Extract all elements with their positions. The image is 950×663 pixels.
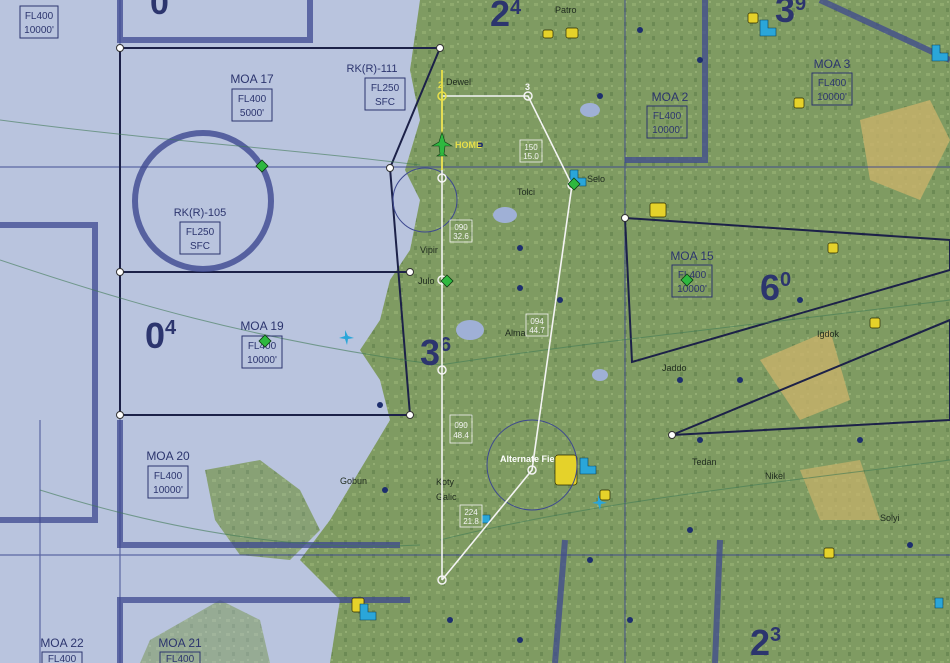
svg-text:FL250: FL250 [371, 83, 400, 94]
svg-text:MOA 2: MOA 2 [652, 90, 689, 104]
svg-text:10000': 10000' [817, 92, 847, 103]
svg-text:MOA 19: MOA 19 [240, 319, 284, 333]
svg-text:FL400: FL400 [238, 94, 267, 105]
svg-text:10000': 10000' [677, 284, 707, 295]
sector-label-top-left: 0 [150, 0, 169, 22]
airspace-label-moa-17: MOA 17 FL400 5000' [230, 72, 274, 122]
svg-text:15.0: 15.0 [523, 152, 539, 161]
svg-text:10000': 10000' [652, 125, 682, 136]
svg-text:SFC: SFC [190, 241, 210, 252]
place-igdok: Igdok [817, 329, 840, 339]
svg-text:FL400: FL400 [48, 654, 77, 663]
airspace-label-0: FL400 10000' [19, 5, 59, 39]
svg-text:FL400: FL400 [154, 471, 183, 482]
svg-text:32.6: 32.6 [453, 232, 469, 241]
svg-text:094: 094 [530, 317, 544, 326]
svg-text:RK(R)-105: RK(R)-105 [174, 207, 227, 219]
svg-text:44.7: 44.7 [529, 326, 545, 335]
svg-text:3: 3 [525, 82, 530, 92]
svg-text:MOA 3: MOA 3 [814, 57, 851, 71]
svg-text:SFC: SFC [375, 97, 395, 108]
svg-text:2: 2 [438, 80, 443, 90]
svg-text:090: 090 [454, 421, 468, 430]
airspace-label-moa-3: MOA 3 FL400 10000' [811, 57, 853, 106]
svg-text:RK(R)-111: RK(R)-111 [347, 63, 398, 75]
svg-text:150: 150 [524, 143, 538, 152]
svg-text:5000': 5000' [240, 108, 264, 119]
place-vipir: Vipir [420, 245, 438, 255]
svg-text:090: 090 [454, 223, 468, 232]
svg-text:FL400: FL400 [653, 111, 682, 122]
place-gobun: Gobun [340, 476, 367, 486]
place-julo: Julo [418, 276, 435, 286]
svg-text:224: 224 [464, 508, 478, 517]
place-nikel: Nikel [765, 471, 785, 481]
svg-text:FL400: FL400 [818, 78, 847, 89]
svg-text:FL400: FL400 [166, 654, 195, 663]
svg-text:21.8: 21.8 [463, 517, 479, 526]
place-alternate-field: Alternate Field [500, 454, 563, 464]
tactical-map[interactable]: 0 24 39 04 36 60 23 FL400 10000' MOA 17 … [0, 0, 950, 663]
svg-text:MOA 15: MOA 15 [670, 249, 714, 263]
svg-text:MOA 21: MOA 21 [158, 636, 202, 650]
airspace-label-moa-20: MOA 20 FL400 10000' [146, 449, 190, 499]
svg-text:48.4: 48.4 [453, 431, 469, 440]
place-jaddo: Jaddo [662, 363, 687, 373]
place-tedan: Tedan [692, 457, 717, 467]
place-solyi: Solyi [880, 513, 900, 523]
svg-text:04: 04 [145, 315, 177, 356]
route-home-label: HOME [455, 140, 482, 150]
airspace-label-rk-111: RK(R)-111 FL250 SFC [347, 63, 406, 111]
place-tolci: Tolci [517, 187, 535, 197]
svg-text:10000': 10000' [24, 25, 54, 36]
place-dewel: Dewel [446, 77, 471, 87]
place-galic: Galic [436, 492, 457, 502]
place-koty: Koty [436, 477, 455, 487]
place-alma: Alma [505, 328, 526, 338]
place-selo: Selo [587, 174, 605, 184]
svg-text:MOA 22: MOA 22 [40, 636, 84, 650]
svg-text:FL250: FL250 [186, 227, 215, 238]
svg-text:MOA 17: MOA 17 [230, 72, 274, 86]
svg-text:10000': 10000' [247, 355, 277, 366]
airspace-label-rk-105: RK(R)-105 FL250 SFC [174, 207, 227, 255]
airspace-label-moa-22: MOA 22 FL400 [40, 636, 84, 663]
svg-text:FL400: FL400 [25, 11, 54, 22]
place-patro: Patro [555, 5, 577, 15]
svg-text:10000': 10000' [153, 485, 183, 496]
svg-text:MOA 20: MOA 20 [146, 449, 190, 463]
